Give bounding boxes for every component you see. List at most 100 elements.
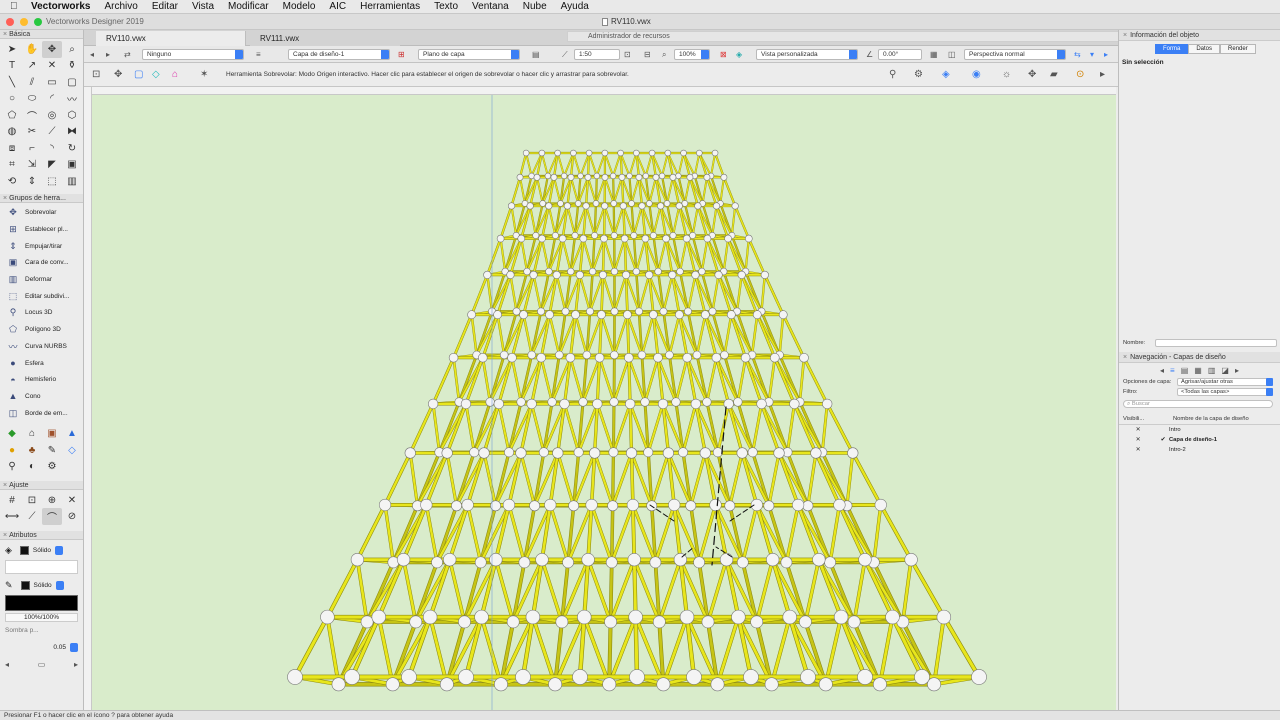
arrow-tool-icon[interactable]: ➤: [2, 41, 22, 58]
classes-icon[interactable]: ▦: [1194, 366, 1202, 375]
freehand-tool-icon[interactable]: 〰: [62, 91, 82, 108]
line-thickness-value[interactable]: 0.05: [53, 644, 66, 651]
apple-icon[interactable]: : [10, 1, 24, 12]
camera-icon[interactable]: ⊙: [1076, 69, 1084, 80]
flyover-icon[interactable]: ✥: [1028, 69, 1036, 80]
toolset-item[interactable]: ⬠ Polígono 3D: [2, 321, 81, 338]
arc-tool-icon[interactable]: ◜: [42, 91, 62, 108]
push-pull-tool-icon[interactable]: ⇕: [22, 173, 42, 190]
toolset-item[interactable]: ⇕ Empujar/tirar: [2, 238, 81, 255]
gear-icon[interactable]: ⚙: [42, 458, 62, 475]
regular-polygon-tool-icon[interactable]: ⬡: [62, 107, 82, 124]
toolset-item[interactable]: ● Esfera: [2, 355, 81, 372]
layer-row[interactable]: ✕ Intro: [1119, 425, 1280, 435]
menu-nube[interactable]: Nube: [516, 1, 554, 12]
menu-arrow-icon[interactable]: ▾: [1090, 50, 1094, 59]
column-layer-name[interactable]: Nombre de la capa de diseño: [1173, 416, 1249, 422]
layer-row[interactable]: ✕ Intro-2: [1119, 445, 1280, 455]
overflow-icon[interactable]: ▸: [1104, 50, 1108, 59]
arrowhead-end-icon[interactable]: ▸: [74, 660, 78, 669]
layer-search-input[interactable]: ⌕ Buscar: [1123, 400, 1273, 408]
toolset-item[interactable]: ✥ Sobrevolar: [2, 205, 81, 222]
menu-archivo[interactable]: Archivo: [97, 1, 144, 12]
deform-tool-icon[interactable]: ▥: [62, 173, 82, 190]
mode-walk-icon[interactable]: ◇: [152, 69, 160, 80]
plane-select[interactable]: Plano de capa: [418, 49, 520, 60]
snap-loupe-icon[interactable]: ⚲: [889, 69, 896, 80]
rotate-tool-icon[interactable]: ↻: [62, 140, 82, 157]
view-options-icon[interactable]: ⇆: [1074, 50, 1081, 59]
snap-object-icon[interactable]: ⊡: [22, 492, 42, 509]
standard-view-icon[interactable]: ◈: [736, 50, 742, 59]
toolset-item[interactable]: ▥ Deformar: [2, 271, 81, 288]
tab-rv111[interactable]: RV111.vwx: [250, 31, 400, 46]
fill-style-select[interactable]: Sólido: [33, 547, 51, 554]
zoom-fit-icon[interactable]: ⊟: [644, 50, 651, 59]
snap-intersection-icon[interactable]: ✕: [62, 492, 82, 509]
drawing-canvas[interactable]: [92, 95, 1116, 710]
trim-tool-icon[interactable]: ✂: [22, 124, 42, 141]
filter-select[interactable]: <Todas las capas>: [1177, 388, 1273, 396]
minimize-window-button[interactable]: [20, 18, 28, 26]
split-tool-icon[interactable]: ⟋: [42, 124, 62, 141]
close-icon[interactable]: ×: [3, 195, 7, 202]
opacity-value[interactable]: 100%/100%: [5, 612, 78, 622]
close-icon[interactable]: ×: [3, 31, 7, 38]
close-window-button[interactable]: [6, 18, 14, 26]
menu-app[interactable]: Vectorworks: [24, 1, 97, 12]
menu-ayuda[interactable]: Ayuda: [554, 1, 596, 12]
tab-shape[interactable]: Forma: [1155, 44, 1189, 54]
menu-editar[interactable]: Editar: [145, 1, 185, 12]
render-select[interactable]: Perspectiva normal: [964, 49, 1066, 60]
mode-settings-icon[interactable]: ✶: [200, 69, 208, 80]
render-icon[interactable]: ▦: [930, 50, 938, 59]
mirror-tool-icon[interactable]: ⧓: [62, 124, 82, 141]
zoom-tool-icon[interactable]: ⌕: [62, 41, 82, 58]
toolset-item[interactable]: ◫ Borde de em...: [2, 405, 81, 422]
clip-tool-icon[interactable]: ⧈: [2, 140, 22, 157]
mode-object-icon[interactable]: ⌂: [172, 69, 178, 80]
text-tool-icon[interactable]: T: [2, 58, 22, 75]
projection-icon[interactable]: ◫: [948, 50, 956, 59]
back-icon[interactable]: ◂: [1160, 366, 1164, 375]
reshape-tool-icon[interactable]: ⌗: [2, 157, 22, 174]
menu-aic[interactable]: AIC: [322, 1, 353, 12]
toolset-item[interactable]: ◓ Hemisferio: [2, 371, 81, 388]
view-cube-icon[interactable]: ◈: [942, 69, 950, 80]
close-icon[interactable]: ×: [1123, 354, 1127, 361]
menu-modelo[interactable]: Modelo: [276, 1, 323, 12]
menu-ventana[interactable]: Ventana: [465, 1, 516, 12]
snap-edge-icon[interactable]: ⊘: [62, 508, 82, 525]
viewports-icon[interactable]: ▥: [1208, 366, 1216, 375]
close-icon[interactable]: ×: [3, 482, 7, 489]
tab-data[interactable]: Datos: [1188, 44, 1221, 54]
polyline-tool-icon[interactable]: ⌒: [22, 107, 42, 124]
overflow-icon[interactable]: ▸: [1100, 69, 1105, 80]
zoom-icon[interactable]: ⌕: [662, 50, 666, 60]
name-field[interactable]: [1155, 339, 1277, 347]
forward-icon[interactable]: ▸: [106, 50, 110, 59]
toolset-item[interactable]: ⚲ Locus 3D: [2, 305, 81, 322]
extrude-tool-icon[interactable]: ▣: [62, 157, 82, 174]
fillet-tool-icon[interactable]: ◝: [42, 140, 62, 157]
toolset-item[interactable]: ⬚ Editar subdivi...: [2, 288, 81, 305]
spiral-tool-icon[interactable]: ◎: [42, 107, 62, 124]
pen-style-select[interactable]: Sólido: [34, 582, 52, 589]
snap-angle-icon[interactable]: ⊕: [42, 492, 62, 509]
working-plane-icon[interactable]: ▰: [1050, 69, 1058, 80]
zoom-field[interactable]: 100%: [674, 49, 710, 60]
layer-row[interactable]: ✕ ✔ Capa de diseño-1: [1119, 435, 1280, 445]
design-layers-icon[interactable]: ≡: [1170, 366, 1175, 375]
pan-tool-icon[interactable]: ✋: [22, 41, 42, 58]
toolset-item[interactable]: ▣ Cara de conv...: [2, 255, 81, 272]
spotlight-icon[interactable]: ◐: [22, 458, 42, 475]
column-visibility[interactable]: Visibili...: [1123, 416, 1173, 422]
view-select[interactable]: Vista personalizada: [756, 49, 858, 60]
snap-grid-icon[interactable]: #: [2, 492, 22, 509]
class-select[interactable]: Ninguno: [142, 49, 244, 60]
circle-tool-icon[interactable]: ○: [2, 91, 22, 108]
thickness-dropdown[interactable]: [70, 642, 78, 652]
light-icon[interactable]: ☼: [1002, 69, 1011, 80]
snap-point-icon[interactable]: ⌒: [42, 508, 62, 525]
forward-icon[interactable]: ▸: [1235, 366, 1239, 375]
